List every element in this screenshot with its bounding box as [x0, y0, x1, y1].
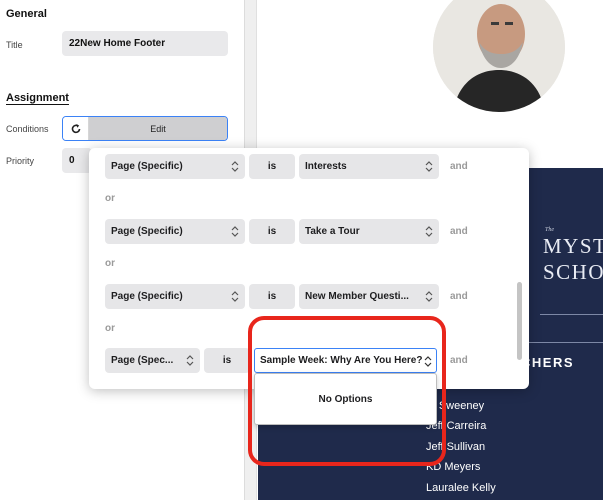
title-label: Title	[6, 40, 23, 50]
condition-value: Interests	[305, 161, 347, 172]
conditions-label: Conditions	[6, 124, 49, 134]
general-heading: General	[6, 8, 47, 20]
priority-label: Priority	[6, 156, 35, 166]
chevron-updown-icon	[231, 291, 239, 302]
condition-value-select-open[interactable]: Sample Week: Why Are You Here?	[254, 348, 437, 373]
condition-separator-or: or	[105, 323, 115, 334]
condition-joiner-and[interactable]: and	[450, 291, 468, 302]
brand-divider	[540, 314, 603, 315]
chevron-updown-icon	[425, 226, 433, 237]
condition-value: Take a Tour	[305, 226, 360, 237]
no-options-message: No Options	[318, 393, 373, 405]
condition-field-value: Page (Specific)	[111, 226, 183, 237]
condition-joiner-and[interactable]: and	[450, 161, 468, 172]
chevron-updown-icon	[424, 356, 432, 367]
chevron-updown-icon	[231, 226, 239, 237]
condition-field-value: Page (Spec...	[111, 355, 174, 366]
condition-field-select[interactable]: Page (Specific)	[105, 219, 245, 244]
chevron-updown-icon	[425, 291, 433, 302]
condition-joiner-and[interactable]: and	[450, 355, 468, 366]
condition-separator-or: or	[105, 258, 115, 269]
priority-input[interactable]: 0	[62, 148, 92, 173]
teacher-name: KD Meyers	[426, 461, 481, 473]
condition-separator-or: or	[105, 193, 115, 204]
brand-small-text: The	[545, 227, 554, 233]
condition-value-select[interactable]: New Member Questi...	[299, 284, 439, 309]
condition-field-select[interactable]: Page (Specific)	[105, 154, 245, 179]
condition-field-value: Page (Specific)	[111, 161, 183, 172]
value-dropdown-menu: No Options	[254, 373, 437, 425]
condition-value: New Member Questi...	[305, 291, 409, 302]
chevron-updown-icon	[186, 355, 194, 366]
teacher-name: Lauralee Kelly	[426, 482, 496, 494]
condition-joiner-and[interactable]: and	[450, 226, 468, 237]
condition-value-select[interactable]: Take a Tour	[299, 219, 439, 244]
brand-line-1: MYST	[543, 234, 603, 258]
condition-operator-select[interactable]: is	[249, 284, 295, 309]
condition-operator-select[interactable]: is	[249, 219, 295, 244]
condition-value: Sample Week: Why Are You Here?	[260, 355, 423, 366]
condition-field-select[interactable]: Page (Spec...	[105, 348, 200, 373]
title-input[interactable]: 22New Home Footer	[62, 31, 228, 56]
brand-line-2: SCHO	[543, 260, 603, 284]
title-input-value: 22New Home Footer	[69, 38, 166, 49]
assignment-heading: Assignment	[6, 92, 69, 104]
refresh-icon[interactable]	[63, 117, 89, 140]
popover-scrollbar[interactable]	[517, 282, 522, 360]
condition-field-value: Page (Specific)	[111, 291, 183, 302]
teacher-name: Jeff Sullivan	[426, 441, 486, 453]
condition-value-select[interactable]: Interests	[299, 154, 439, 179]
chevron-updown-icon	[425, 161, 433, 172]
priority-input-value: 0	[69, 155, 75, 166]
screen: General Title 22New Home Footer Assignme…	[0, 0, 603, 500]
condition-operator-select[interactable]: is	[204, 348, 250, 373]
chevron-updown-icon	[231, 161, 239, 172]
conditions-control: Edit	[62, 116, 228, 141]
conditions-edit-button[interactable]: Edit	[89, 117, 227, 140]
condition-operator-select[interactable]: is	[249, 154, 295, 179]
condition-field-select[interactable]: Page (Specific)	[105, 284, 245, 309]
